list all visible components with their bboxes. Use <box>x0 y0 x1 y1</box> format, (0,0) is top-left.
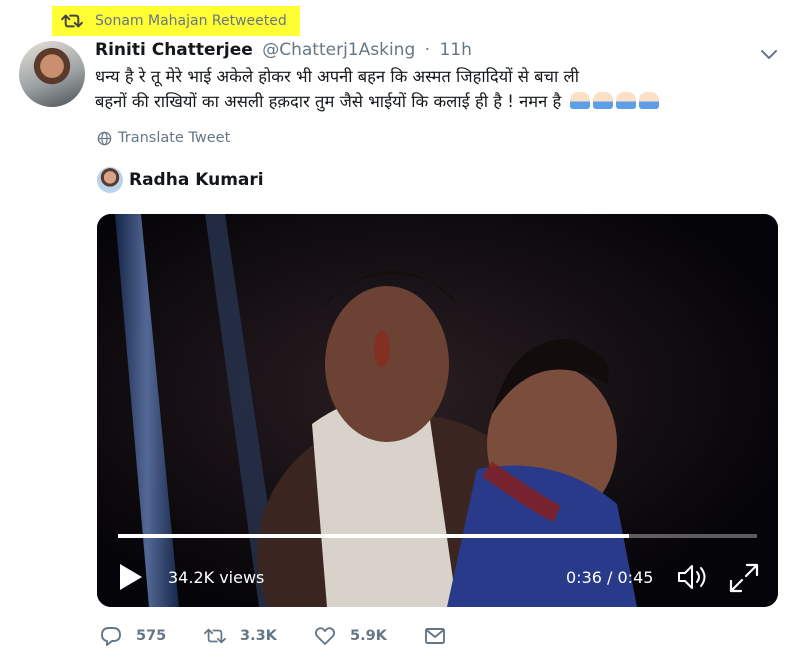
tweet-text-line-2-text: बहनों की राखियों का असली हक़दार तुम जैसे… <box>95 92 562 111</box>
retweet-count: 3.3K <box>240 628 277 644</box>
retweet-banner[interactable]: Sonam Mahajan Retweeted <box>52 6 300 36</box>
retweet-button[interactable]: 3.3K <box>204 625 277 647</box>
fullscreen-icon[interactable] <box>729 563 759 593</box>
video-progress-fill <box>118 534 630 538</box>
tweet-text-line-2: बहनों की राखियों का असली हक़दार तुम जैसे… <box>95 89 785 114</box>
retweet-banner-text: Sonam Mahajan Retweeted <box>95 13 287 29</box>
tweet-timestamp[interactable]: 11h <box>439 40 471 60</box>
like-button[interactable]: 5.9K <box>314 625 387 647</box>
video-progress-bar[interactable] <box>118 534 757 538</box>
play-icon[interactable] <box>118 563 144 591</box>
author-avatar[interactable] <box>19 41 85 107</box>
chevron-down-icon[interactable] <box>759 44 779 64</box>
video-frame <box>97 214 778 607</box>
quoted-author-avatar <box>97 167 123 193</box>
envelope-icon <box>425 628 445 644</box>
volume-icon[interactable] <box>677 563 711 591</box>
retweet-icon <box>61 14 83 28</box>
video-views: 34.2K views <box>168 568 265 587</box>
quoted-author-name: Radha Kumari <box>129 170 264 190</box>
tweet-actions: 575 3.3K 5.9K <box>100 625 460 653</box>
author-handle[interactable]: @Chatterj1Asking <box>262 40 415 60</box>
author-name[interactable]: Riniti Chatterjee <box>95 40 253 60</box>
quoted-author[interactable]: Radha Kumari <box>97 167 264 193</box>
retweet-icon <box>204 628 226 644</box>
reply-count: 575 <box>136 628 167 644</box>
tweet-text-line-1: धन्य है रे तू मेरे भाई अकेले होकर भी अपन… <box>95 67 580 86</box>
folded-hands-emoji-icon <box>567 92 659 111</box>
tweet-text: धन्य है रे तू मेरे भाई अकेले होकर भी अपन… <box>95 64 785 114</box>
video-time: 0:36 / 0:45 <box>566 568 654 587</box>
translate-tweet-link[interactable]: Translate Tweet <box>97 130 230 146</box>
translate-tweet-label: Translate Tweet <box>118 130 231 146</box>
video-player[interactable]: 34.2K views 0:36 / 0:45 <box>97 214 778 607</box>
direct-message-button[interactable] <box>424 625 446 647</box>
author-line: Riniti Chatterjee @Chatterj1Asking · 11h <box>95 40 472 60</box>
globe-icon <box>97 131 112 145</box>
reply-button[interactable]: 575 <box>100 625 166 647</box>
heart-icon <box>314 627 336 645</box>
separator-dot: · <box>424 40 431 60</box>
like-count: 5.9K <box>350 628 387 644</box>
reply-icon <box>101 627 121 646</box>
